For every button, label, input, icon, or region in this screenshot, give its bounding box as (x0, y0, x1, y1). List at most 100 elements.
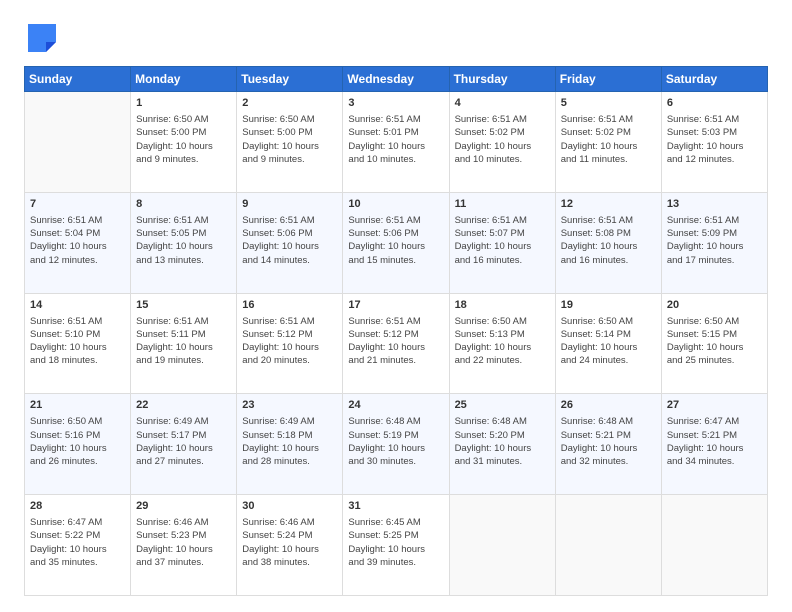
day-header-monday: Monday (131, 67, 237, 92)
week-row-1: 1Sunrise: 6:50 AM Sunset: 5:00 PM Daylig… (25, 92, 768, 193)
day-number: 23 (242, 398, 337, 414)
day-number: 17 (348, 298, 443, 314)
day-info: Sunrise: 6:50 AM Sunset: 5:14 PM Dayligh… (561, 315, 656, 368)
day-number: 22 (136, 398, 231, 414)
day-info: Sunrise: 6:45 AM Sunset: 5:25 PM Dayligh… (348, 516, 443, 569)
calendar-cell: 10Sunrise: 6:51 AM Sunset: 5:06 PM Dayli… (343, 192, 449, 293)
day-number: 28 (30, 499, 125, 515)
day-number: 10 (348, 197, 443, 213)
day-number: 15 (136, 298, 231, 314)
day-number: 19 (561, 298, 656, 314)
day-number: 25 (455, 398, 550, 414)
day-number: 14 (30, 298, 125, 314)
calendar-cell: 21Sunrise: 6:50 AM Sunset: 5:16 PM Dayli… (25, 394, 131, 495)
day-info: Sunrise: 6:48 AM Sunset: 5:21 PM Dayligh… (561, 415, 656, 468)
day-info: Sunrise: 6:51 AM Sunset: 5:08 PM Dayligh… (561, 214, 656, 267)
day-number: 29 (136, 499, 231, 515)
day-info: Sunrise: 6:51 AM Sunset: 5:02 PM Dayligh… (455, 113, 550, 166)
calendar-cell: 8Sunrise: 6:51 AM Sunset: 5:05 PM Daylig… (131, 192, 237, 293)
calendar-cell: 13Sunrise: 6:51 AM Sunset: 5:09 PM Dayli… (661, 192, 767, 293)
week-row-4: 21Sunrise: 6:50 AM Sunset: 5:16 PM Dayli… (25, 394, 768, 495)
calendar-cell: 29Sunrise: 6:46 AM Sunset: 5:23 PM Dayli… (131, 495, 237, 596)
day-number: 31 (348, 499, 443, 515)
day-header-thursday: Thursday (449, 67, 555, 92)
calendar-cell: 27Sunrise: 6:47 AM Sunset: 5:21 PM Dayli… (661, 394, 767, 495)
day-number: 9 (242, 197, 337, 213)
calendar-cell: 16Sunrise: 6:51 AM Sunset: 5:12 PM Dayli… (237, 293, 343, 394)
day-number: 12 (561, 197, 656, 213)
day-info: Sunrise: 6:47 AM Sunset: 5:21 PM Dayligh… (667, 415, 762, 468)
day-number: 16 (242, 298, 337, 314)
day-number: 5 (561, 96, 656, 112)
logo (24, 20, 64, 56)
day-info: Sunrise: 6:51 AM Sunset: 5:10 PM Dayligh… (30, 315, 125, 368)
logo-icon (24, 20, 60, 56)
calendar-cell: 12Sunrise: 6:51 AM Sunset: 5:08 PM Dayli… (555, 192, 661, 293)
day-header-tuesday: Tuesday (237, 67, 343, 92)
calendar-cell: 11Sunrise: 6:51 AM Sunset: 5:07 PM Dayli… (449, 192, 555, 293)
calendar-cell: 17Sunrise: 6:51 AM Sunset: 5:12 PM Dayli… (343, 293, 449, 394)
day-info: Sunrise: 6:49 AM Sunset: 5:17 PM Dayligh… (136, 415, 231, 468)
calendar-table: SundayMondayTuesdayWednesdayThursdayFrid… (24, 66, 768, 596)
day-info: Sunrise: 6:48 AM Sunset: 5:20 PM Dayligh… (455, 415, 550, 468)
day-info: Sunrise: 6:51 AM Sunset: 5:11 PM Dayligh… (136, 315, 231, 368)
week-row-3: 14Sunrise: 6:51 AM Sunset: 5:10 PM Dayli… (25, 293, 768, 394)
day-info: Sunrise: 6:51 AM Sunset: 5:01 PM Dayligh… (348, 113, 443, 166)
calendar-cell: 5Sunrise: 6:51 AM Sunset: 5:02 PM Daylig… (555, 92, 661, 193)
day-number: 3 (348, 96, 443, 112)
day-info: Sunrise: 6:50 AM Sunset: 5:16 PM Dayligh… (30, 415, 125, 468)
day-info: Sunrise: 6:46 AM Sunset: 5:23 PM Dayligh… (136, 516, 231, 569)
day-number: 21 (30, 398, 125, 414)
day-number: 18 (455, 298, 550, 314)
day-number: 2 (242, 96, 337, 112)
calendar-cell: 30Sunrise: 6:46 AM Sunset: 5:24 PM Dayli… (237, 495, 343, 596)
day-info: Sunrise: 6:51 AM Sunset: 5:05 PM Dayligh… (136, 214, 231, 267)
page: SundayMondayTuesdayWednesdayThursdayFrid… (0, 0, 792, 612)
day-number: 1 (136, 96, 231, 112)
day-info: Sunrise: 6:51 AM Sunset: 5:12 PM Dayligh… (242, 315, 337, 368)
day-info: Sunrise: 6:51 AM Sunset: 5:06 PM Dayligh… (242, 214, 337, 267)
calendar-cell (661, 495, 767, 596)
calendar-cell (25, 92, 131, 193)
day-info: Sunrise: 6:50 AM Sunset: 5:00 PM Dayligh… (136, 113, 231, 166)
calendar-cell: 6Sunrise: 6:51 AM Sunset: 5:03 PM Daylig… (661, 92, 767, 193)
calendar-cell: 9Sunrise: 6:51 AM Sunset: 5:06 PM Daylig… (237, 192, 343, 293)
week-row-5: 28Sunrise: 6:47 AM Sunset: 5:22 PM Dayli… (25, 495, 768, 596)
day-header-sunday: Sunday (25, 67, 131, 92)
calendar-cell: 24Sunrise: 6:48 AM Sunset: 5:19 PM Dayli… (343, 394, 449, 495)
day-info: Sunrise: 6:51 AM Sunset: 5:06 PM Dayligh… (348, 214, 443, 267)
calendar-cell: 18Sunrise: 6:50 AM Sunset: 5:13 PM Dayli… (449, 293, 555, 394)
calendar-cell: 1Sunrise: 6:50 AM Sunset: 5:00 PM Daylig… (131, 92, 237, 193)
day-number: 8 (136, 197, 231, 213)
calendar-cell: 20Sunrise: 6:50 AM Sunset: 5:15 PM Dayli… (661, 293, 767, 394)
header (24, 20, 768, 56)
calendar-cell (555, 495, 661, 596)
day-number: 13 (667, 197, 762, 213)
day-info: Sunrise: 6:51 AM Sunset: 5:09 PM Dayligh… (667, 214, 762, 267)
calendar-cell: 2Sunrise: 6:50 AM Sunset: 5:00 PM Daylig… (237, 92, 343, 193)
calendar-cell: 3Sunrise: 6:51 AM Sunset: 5:01 PM Daylig… (343, 92, 449, 193)
day-info: Sunrise: 6:51 AM Sunset: 5:02 PM Dayligh… (561, 113, 656, 166)
day-number: 11 (455, 197, 550, 213)
day-number: 24 (348, 398, 443, 414)
calendar-cell: 19Sunrise: 6:50 AM Sunset: 5:14 PM Dayli… (555, 293, 661, 394)
day-info: Sunrise: 6:51 AM Sunset: 5:04 PM Dayligh… (30, 214, 125, 267)
day-number: 7 (30, 197, 125, 213)
day-info: Sunrise: 6:47 AM Sunset: 5:22 PM Dayligh… (30, 516, 125, 569)
day-number: 20 (667, 298, 762, 314)
week-row-2: 7Sunrise: 6:51 AM Sunset: 5:04 PM Daylig… (25, 192, 768, 293)
calendar-cell: 22Sunrise: 6:49 AM Sunset: 5:17 PM Dayli… (131, 394, 237, 495)
calendar-cell: 23Sunrise: 6:49 AM Sunset: 5:18 PM Dayli… (237, 394, 343, 495)
calendar-cell (449, 495, 555, 596)
day-number: 6 (667, 96, 762, 112)
day-info: Sunrise: 6:50 AM Sunset: 5:15 PM Dayligh… (667, 315, 762, 368)
day-header-saturday: Saturday (661, 67, 767, 92)
day-number: 27 (667, 398, 762, 414)
calendar-cell: 28Sunrise: 6:47 AM Sunset: 5:22 PM Dayli… (25, 495, 131, 596)
day-info: Sunrise: 6:51 AM Sunset: 5:07 PM Dayligh… (455, 214, 550, 267)
day-info: Sunrise: 6:46 AM Sunset: 5:24 PM Dayligh… (242, 516, 337, 569)
calendar-cell: 31Sunrise: 6:45 AM Sunset: 5:25 PM Dayli… (343, 495, 449, 596)
calendar-cell: 26Sunrise: 6:48 AM Sunset: 5:21 PM Dayli… (555, 394, 661, 495)
day-info: Sunrise: 6:51 AM Sunset: 5:12 PM Dayligh… (348, 315, 443, 368)
day-info: Sunrise: 6:51 AM Sunset: 5:03 PM Dayligh… (667, 113, 762, 166)
